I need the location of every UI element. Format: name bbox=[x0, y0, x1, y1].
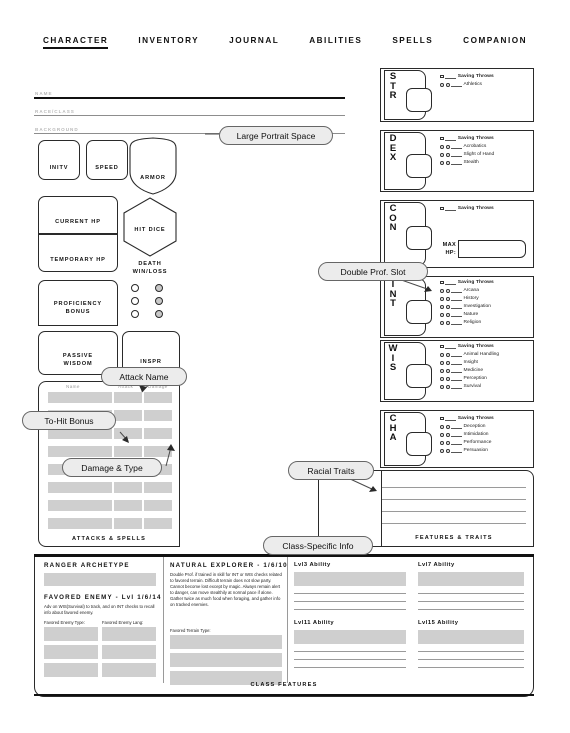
callout-leaders bbox=[119, 133, 432, 492]
callout-double-prof-slot[interactable]: Double Prof. Slot bbox=[318, 262, 428, 281]
callout-attack-name[interactable]: Attack Name bbox=[101, 367, 187, 386]
callout-large-portrait-space[interactable]: Large Portrait Space bbox=[219, 126, 333, 145]
callout-class-specific-info[interactable]: Class-Specific Info bbox=[263, 536, 373, 555]
callout-to-hit-bonus[interactable]: To-Hit Bonus bbox=[22, 411, 116, 430]
character-sheet: CHARACTER INVENTORY JOURNAL ABILITIES SP… bbox=[0, 0, 570, 733]
callout-damage-and-type[interactable]: Damage & Type bbox=[62, 458, 162, 477]
callout-racial-traits[interactable]: Racial Traits bbox=[288, 461, 374, 480]
